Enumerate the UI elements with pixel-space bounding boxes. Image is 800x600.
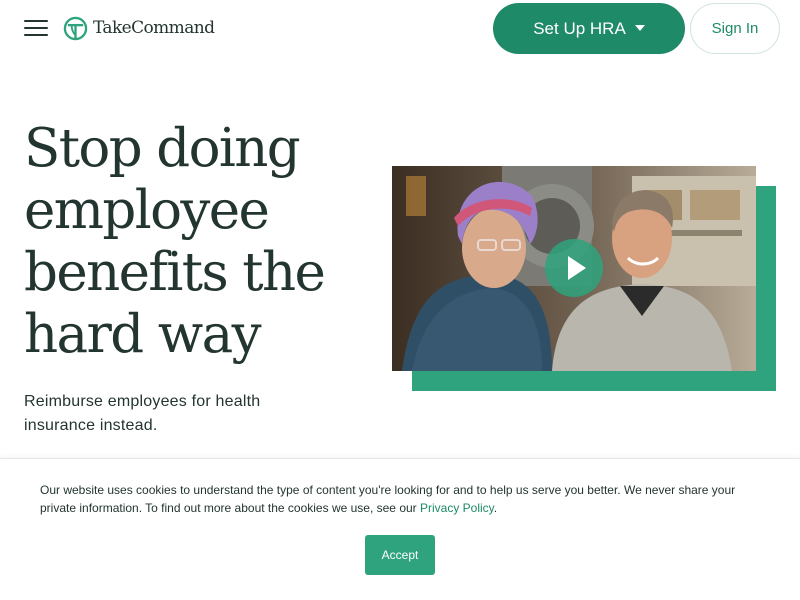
accept-cookies-button[interactable]: Accept	[365, 535, 435, 575]
setup-hra-button[interactable]: Set Up HRA	[493, 3, 685, 54]
hamburger-menu-icon[interactable]	[24, 20, 48, 36]
hero-subtitle: Reimburse employees for health insurance…	[24, 393, 261, 434]
menu-bar	[24, 34, 48, 36]
sign-in-button[interactable]: Sign In	[690, 3, 780, 54]
menu-bar	[24, 20, 48, 22]
cookie-text: Our website uses cookies to understand t…	[40, 483, 736, 515]
caret-down-icon	[634, 24, 645, 31]
cookie-text-end: .	[493, 501, 498, 515]
sign-in-label: Sign In	[711, 20, 759, 37]
cookie-banner: Our website uses cookies to understand t…	[0, 458, 800, 600]
play-icon[interactable]	[545, 239, 603, 297]
hero-title: Stop doing employee benefits the hard wa…	[24, 118, 326, 365]
site-header: TakeCommand Set Up HRA Sign In	[0, 0, 800, 58]
privacy-policy-link[interactable]: Privacy Policy	[420, 501, 494, 515]
logo-text: TakeCommand	[93, 18, 215, 38]
menu-bar	[24, 27, 48, 29]
hero-video[interactable]	[392, 166, 756, 371]
cookie-message: Our website uses cookies to understand t…	[40, 481, 770, 517]
take-command-logo-icon	[63, 16, 88, 40]
accept-label: Accept	[381, 548, 419, 562]
setup-hra-label: Set Up HRA	[533, 18, 626, 38]
site-logo[interactable]: TakeCommand	[63, 15, 215, 41]
